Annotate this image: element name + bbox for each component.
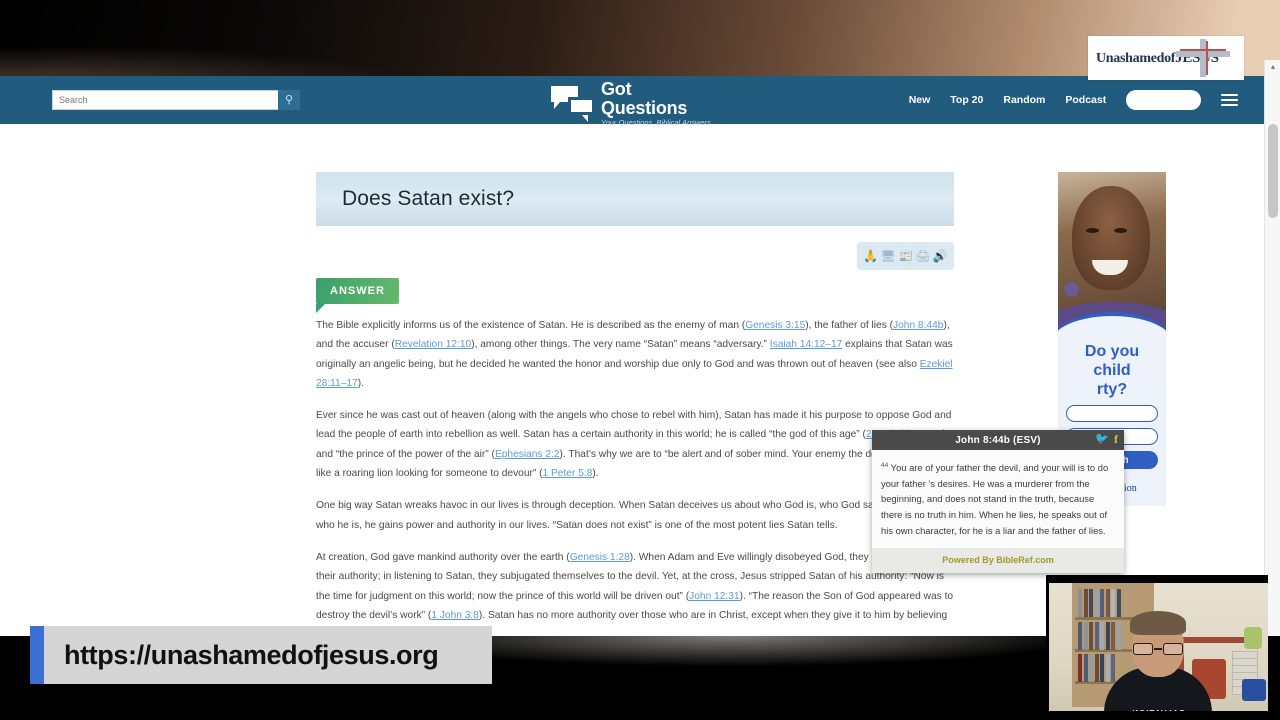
paragraph-3: One big way Satan wreaks havoc in our li… <box>316 500 941 531</box>
ad-photo-child <box>1058 172 1166 330</box>
twitter-icon[interactable]: 🐦 <box>1095 433 1109 446</box>
nav-item-podcast[interactable]: Podcast <box>1065 94 1106 106</box>
browser-page: ⚲ Got Questions Your Questions. Biblical… <box>0 76 1264 636</box>
scripture-link-john-8-44b[interactable]: John 8:44b <box>893 320 943 331</box>
brand-line-2: Questions <box>601 98 688 118</box>
verse-tooltip-header: John 8:44b (ESV) 🐦 f <box>872 430 1124 450</box>
article: Does Satan exist? 🙏 🖥 📰 🖨 🔊 ANSWER The B… <box>316 172 954 636</box>
scripture-link-john-12-31[interactable]: John 12:31 <box>689 591 739 602</box>
search-input[interactable] <box>52 90 278 110</box>
scripture-link-ephesians-2-2[interactable]: Ephesians 2:2 <box>495 449 560 460</box>
webcam-person: SALVATION IS FREE <box>1104 611 1212 720</box>
brand-tagline: Your Questions. Biblical Answers. <box>601 118 713 127</box>
scripture-link-genesis-3-15[interactable]: Genesis 3:15 <box>745 320 805 331</box>
ad-headline-line3: rty? <box>1096 381 1128 398</box>
site-header: ⚲ Got Questions Your Questions. Biblical… <box>0 76 1264 127</box>
brand-line-1: Got <box>601 79 632 99</box>
prayer-hands-icon[interactable]: 🙏 <box>863 250 878 262</box>
paragraph-4: At creation, God gave mankind authority … <box>316 551 954 636</box>
webcam-letterbox-left <box>1046 575 1049 720</box>
nav-item-random[interactable]: Random <box>1003 94 1045 106</box>
print-icon[interactable]: 🖨 <box>915 250 930 262</box>
main-nav: New Top 20 Random Podcast Subscribe <box>909 76 1238 124</box>
site-logo[interactable]: Got Questions Your Questions. Biblical A… <box>551 80 713 127</box>
verse-tooltip: John 8:44b (ESV) 🐦 f 44 You are of your … <box>872 430 1124 574</box>
verse-tooltip-body: 44 You are of your father the devil, and… <box>872 450 1124 549</box>
blue-box <box>1242 679 1266 701</box>
scrollbar-up-arrow[interactable]: ▲ <box>1265 60 1280 75</box>
article-title-bar: Does Satan exist? <box>316 172 954 226</box>
article-body: The Bible explicitly informs us of the e… <box>316 316 954 636</box>
scripture-link-1-peter-5-8[interactable]: 1 Peter 5:8 <box>543 468 593 479</box>
audio-speaker-icon[interactable]: 🔊 <box>933 250 948 262</box>
verse-tooltip-footer: Powered By BibleRef.com <box>872 548 1124 574</box>
url-overlay: https://unashamedofjesus.org <box>30 626 492 684</box>
watermark-text-plain: Unashamedof <box>1096 50 1176 66</box>
article-toolbar: 🙏 🖥 📰 🖨 🔊 <box>857 242 954 270</box>
webcam-letterbox-top <box>1046 575 1268 583</box>
share-screen-icon[interactable]: 🖥 <box>880 250 895 262</box>
scripture-link-isaiah-14-12-17[interactable]: Isaiah 14:12–17 <box>770 339 843 350</box>
verse-reference: John 8:44b (ESV) <box>955 434 1041 446</box>
scripture-link-revelation-12-10[interactable]: Revelation 12:10 <box>395 339 471 350</box>
url-accent-bar <box>30 626 44 684</box>
hamburger-menu-icon[interactable] <box>1221 94 1238 106</box>
books-row-1 <box>1078 589 1121 617</box>
ad-field-1[interactable] <box>1066 405 1158 422</box>
page-title: Does Satan exist? <box>342 187 515 210</box>
scripture-link-ezekiel-28-11-17[interactable]: Ezekiel 28:11–17 <box>316 359 953 389</box>
search-button[interactable]: ⚲ <box>278 90 300 110</box>
url-text: https://unashamedofjesus.org <box>64 639 439 670</box>
nav-item-new[interactable]: New <box>909 94 931 106</box>
scripture-link-genesis-1-28[interactable]: Genesis 1:28 <box>570 552 630 563</box>
article-icon[interactable]: 📰 <box>898 250 913 262</box>
cross-icon <box>1176 39 1230 77</box>
speech-bubbles-icon <box>551 86 593 122</box>
verse-number: 44 <box>881 462 889 469</box>
scrollbar-thumb[interactable] <box>1268 124 1278 218</box>
search-icon: ⚲ <box>284 94 294 106</box>
scripture-link-1-john-3-8[interactable]: 1 John 3:8 <box>431 610 479 621</box>
verse-tooltip-social: 🐦 f <box>1095 433 1118 446</box>
webcam-letterbox-bottom <box>1046 711 1268 720</box>
subscribe-button[interactable]: Subscribe <box>1126 90 1201 110</box>
paragraph-1: The Bible explicitly informs us of the e… <box>316 320 953 389</box>
paragraph-2: Ever since he was cast out of heaven (al… <box>316 410 954 480</box>
green-item <box>1244 627 1262 649</box>
nav-item-top20[interactable]: Top 20 <box>950 94 983 106</box>
facebook-icon[interactable]: f <box>1114 433 1118 446</box>
unashamed-of-jesus-watermark: UnashamedofJESUS <box>1088 36 1244 80</box>
ad-headline-line1: Do you <box>1084 343 1140 360</box>
verse-text: You are of your father the devil, and yo… <box>881 462 1109 536</box>
ad-headline-line2: child <box>1093 362 1131 379</box>
answer-badge: ANSWER <box>316 278 399 313</box>
search-bar[interactable]: ⚲ <box>52 90 300 110</box>
webcam-overlay: SALVATION IS FREE <box>1046 575 1268 720</box>
